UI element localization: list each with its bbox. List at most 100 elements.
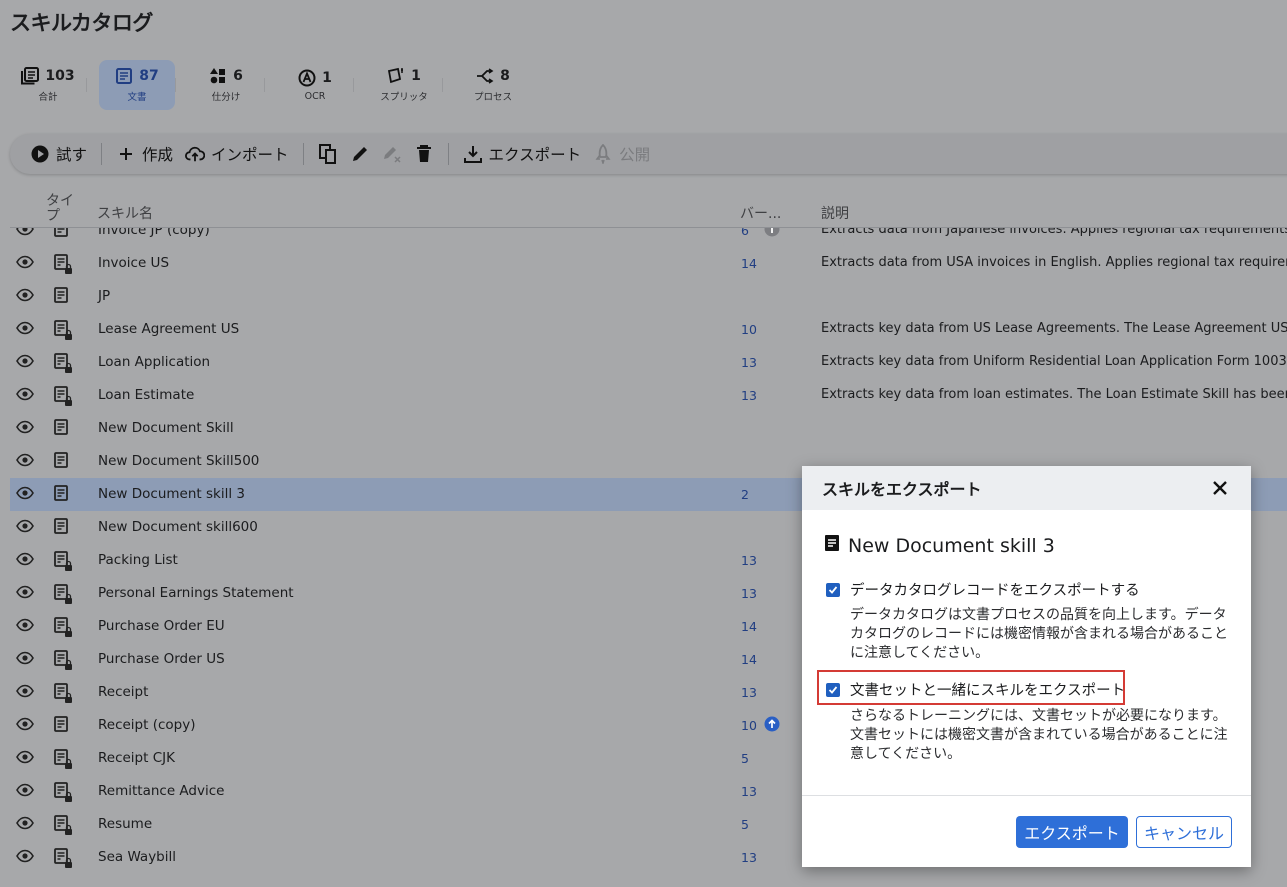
filter-document[interactable]: 87 文書 xyxy=(99,60,175,110)
dialog-skill: New Document skill 3 xyxy=(824,534,1055,557)
document-locked-icon xyxy=(54,584,72,604)
table-row[interactable]: Loan Estimate 13 Extracts key data from lo… xyxy=(10,379,1287,412)
filter-ocr[interactable]: 1 OCR xyxy=(277,60,353,110)
skill-name: JP xyxy=(98,288,111,304)
table-row[interactable]: Invoice US 14 Extracts data from USA invoi… xyxy=(10,247,1287,280)
filter-splitter[interactable]: 1 スプリッタ xyxy=(366,60,442,110)
document-icon xyxy=(54,716,72,736)
filter-document-count: 87 xyxy=(139,68,159,84)
skill-name: Personal Earnings Statement xyxy=(98,585,294,601)
eye-icon[interactable] xyxy=(16,486,34,502)
export-catalog-records-option[interactable]: データカタログレコードをエクスポートする xyxy=(826,579,1140,600)
eye-icon[interactable] xyxy=(16,453,34,469)
dialog-export-button[interactable]: エクスポート xyxy=(1016,816,1128,848)
column-header-name[interactable]: スキル名 xyxy=(97,203,153,223)
export-button[interactable]: エクスポート xyxy=(457,139,588,169)
skill-description: Extracts key data from loan estimates. T… xyxy=(821,387,1287,402)
eye-icon[interactable] xyxy=(16,750,34,766)
document-locked-icon xyxy=(54,782,72,802)
duplicate-button[interactable] xyxy=(312,139,344,169)
ocr-icon xyxy=(298,69,316,87)
skill-name: New Document Skill xyxy=(98,420,234,436)
dialog-cancel-button[interactable]: キャンセル xyxy=(1136,816,1232,848)
eye-icon[interactable] xyxy=(16,255,34,271)
toolbar-divider xyxy=(101,143,103,165)
filter-ocr-label: OCR xyxy=(304,90,326,102)
pencil-off-icon xyxy=(382,144,402,164)
document-icon xyxy=(54,419,72,439)
table-row[interactable]: JP xyxy=(10,280,1287,313)
delete-button[interactable] xyxy=(408,139,440,169)
skill-name: Invoice US xyxy=(98,255,170,271)
eye-icon[interactable] xyxy=(16,354,34,370)
filter-classification-count: 6 xyxy=(233,68,243,84)
column-header-type[interactable]: タイプ xyxy=(46,194,76,224)
skill-version: 14 xyxy=(741,619,757,634)
create-button[interactable]: 作成 xyxy=(110,139,179,169)
filter-process[interactable]: 8 プロセス xyxy=(455,60,531,110)
document-locked-icon xyxy=(54,353,72,373)
toolbar-divider xyxy=(447,143,449,165)
create-button-label: 作成 xyxy=(142,146,174,164)
eye-icon[interactable] xyxy=(16,783,34,799)
import-button[interactable]: インポート xyxy=(179,139,295,169)
skill-version: 13 xyxy=(741,553,757,568)
export-with-document-sets-checkbox[interactable] xyxy=(826,682,840,697)
eye-icon[interactable] xyxy=(16,387,34,403)
skill-version: 10 xyxy=(741,718,757,733)
close-icon[interactable] xyxy=(1209,477,1231,499)
filter-classification[interactable]: 6 仕分け xyxy=(188,60,264,110)
skill-name: Receipt xyxy=(98,684,149,700)
try-button[interactable]: 試す xyxy=(24,139,93,169)
update-available-icon[interactable] xyxy=(764,716,780,732)
document-locked-icon xyxy=(54,617,72,637)
eye-icon[interactable] xyxy=(16,288,34,304)
document-locked-icon xyxy=(54,683,72,703)
eye-icon[interactable] xyxy=(16,684,34,700)
stack-icon xyxy=(21,67,40,85)
filter-divider xyxy=(175,78,176,92)
document-locked-icon xyxy=(54,254,72,274)
export-with-document-sets-option[interactable]: 文書セットと一緒にスキルをエクスポート xyxy=(826,679,1125,700)
column-header-description[interactable]: 説明 xyxy=(821,203,849,223)
skill-name: Purchase Order EU xyxy=(98,618,225,634)
toolbar: 試す 作成 インポート エクスポート 公開 xyxy=(10,134,1287,174)
skill-version: 13 xyxy=(741,586,757,601)
document-icon xyxy=(115,67,133,85)
document-icon xyxy=(54,287,72,307)
export-catalog-records-checkbox[interactable] xyxy=(826,582,840,597)
filter-total[interactable]: 103 合計 xyxy=(10,60,86,110)
eye-icon[interactable] xyxy=(16,717,34,733)
cloud-upload-icon xyxy=(185,144,206,164)
eye-icon[interactable] xyxy=(16,321,34,337)
filter-divider xyxy=(442,78,443,92)
edit-button[interactable] xyxy=(344,139,376,169)
skill-version: 5 xyxy=(741,817,749,832)
document-icon xyxy=(54,485,72,505)
eye-icon[interactable] xyxy=(16,816,34,832)
eye-icon[interactable] xyxy=(16,585,34,601)
document-icon xyxy=(824,534,840,557)
eye-icon[interactable] xyxy=(16,849,34,865)
eye-icon[interactable] xyxy=(16,552,34,568)
rocket-icon xyxy=(593,144,613,164)
filter-total-label: 合計 xyxy=(38,92,58,103)
skill-version: 13 xyxy=(741,784,757,799)
skill-version: 14 xyxy=(741,652,757,667)
publish-button[interactable]: 公開 xyxy=(587,139,656,169)
eye-icon[interactable] xyxy=(16,651,34,667)
table-row[interactable]: Loan Application 13 Extracts key data from… xyxy=(10,346,1287,379)
skill-name: New Document skill600 xyxy=(98,519,258,535)
table-row[interactable]: New Document Skill xyxy=(10,412,1287,445)
shapes-icon xyxy=(209,67,227,85)
pencil-icon xyxy=(350,144,370,164)
skill-version: 10 xyxy=(741,322,757,337)
filter-process-count: 8 xyxy=(500,68,510,84)
filter-divider xyxy=(264,78,265,92)
column-header-version[interactable]: バー... xyxy=(740,203,781,223)
eye-icon[interactable] xyxy=(16,420,34,436)
unpublish-button[interactable] xyxy=(376,139,408,169)
table-row[interactable]: Lease Agreement US 10 Extracts key data fr… xyxy=(10,313,1287,346)
eye-icon[interactable] xyxy=(16,618,34,634)
eye-icon[interactable] xyxy=(16,519,34,535)
